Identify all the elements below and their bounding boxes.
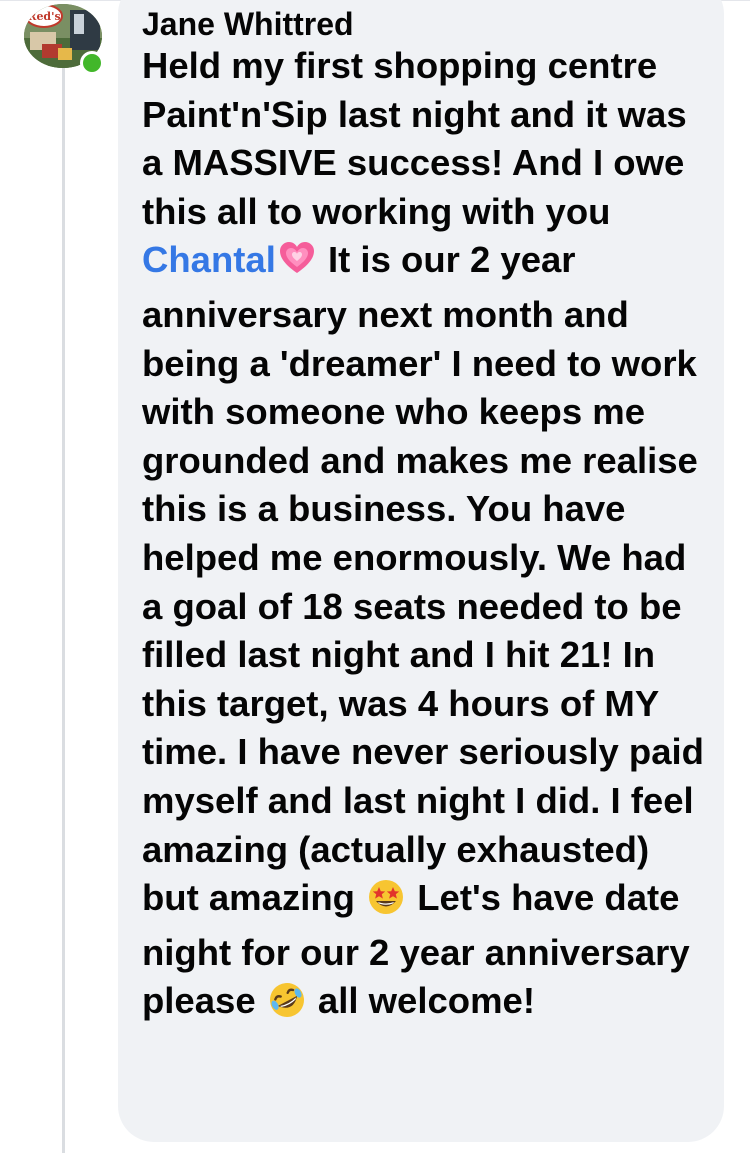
comment-bubble: Jane Whittred Held my first shopping cen…: [118, 0, 724, 1142]
comment-text-part-1: Held my first shopping centre Paint'n'Si…: [142, 45, 687, 232]
comment-text: Held my first shopping centre Paint'n'Si…: [142, 42, 712, 1032]
comment-text-part-4: all welcome!: [307, 980, 535, 1022]
comment-text-part-2: It is our 2 year anniversary next month …: [142, 239, 704, 919]
comment-author-name[interactable]: Jane Whittred: [142, 6, 710, 42]
growing-heart-emoji-icon: [278, 240, 316, 291]
avatar-logo-text: Red's: [27, 10, 60, 23]
rolling-on-floor-laughing-emoji-icon: [268, 981, 306, 1032]
author-avatar[interactable]: Red's: [24, 4, 104, 75]
reply-thread-line: [62, 62, 65, 1153]
star-struck-emoji-icon: [367, 878, 405, 929]
online-status-indicator: [80, 51, 104, 75]
mention-link-chantal[interactable]: Chantal: [142, 239, 276, 280]
